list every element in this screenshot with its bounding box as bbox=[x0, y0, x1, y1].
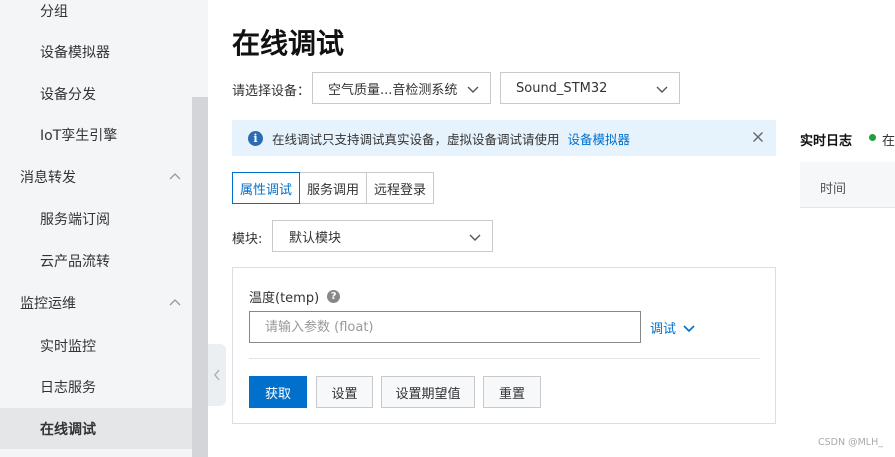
sidebar-item-label: 分组 bbox=[40, 3, 68, 20]
sidebar-collapse-handle[interactable] bbox=[208, 344, 226, 406]
module-select[interactable]: 默认模块 bbox=[272, 220, 493, 252]
sidebar-group-label: 消息转发 bbox=[20, 169, 76, 186]
chevron-up-icon bbox=[169, 172, 181, 179]
debug-dropdown[interactable]: 调试 bbox=[650, 318, 696, 337]
property-value-input[interactable] bbox=[249, 311, 641, 343]
sidebar-group-label: 监控运维 bbox=[20, 295, 76, 312]
watermark: CSDN @MLH_ bbox=[818, 437, 883, 448]
debug-tabs: 属性调试 服务调用 远程登录 bbox=[232, 172, 435, 204]
sidebar-item-label: 云产品流转 bbox=[40, 253, 110, 270]
chevron-down-icon bbox=[683, 324, 695, 332]
divider bbox=[249, 358, 760, 359]
chevron-down-icon bbox=[469, 234, 481, 241]
sidebar-item-device-simulator[interactable]: 设备模拟器 bbox=[0, 31, 192, 72]
sidebar-item-group[interactable]: 分组 bbox=[0, 0, 192, 31]
property-label: 温度(temp) ? bbox=[249, 287, 341, 306]
sidebar-item-device-distribution[interactable]: 设备分发 bbox=[0, 73, 192, 114]
chevron-up-icon bbox=[169, 298, 181, 305]
notice-text: 在线调试只支持调试真实设备，虚拟设备调试请使用 bbox=[272, 131, 560, 147]
info-icon: i bbox=[248, 130, 263, 146]
reset-button[interactable]: 重置 bbox=[483, 376, 541, 408]
close-icon[interactable] bbox=[752, 131, 764, 143]
chevron-down-icon bbox=[467, 86, 479, 93]
log-column-time: 时间 bbox=[820, 182, 847, 197]
realtime-log-title: 实时日志 bbox=[800, 134, 853, 149]
sidebar-item-label: 设备模拟器 bbox=[40, 44, 110, 61]
sidebar-group-message-forwarding[interactable]: 消息转发 bbox=[0, 156, 192, 197]
sidebar-item-label: IoT孪生引擎 bbox=[40, 127, 118, 144]
page-title: 在线调试 bbox=[232, 27, 345, 60]
sidebar-item-cloud-product-flow[interactable]: 云产品流转 bbox=[0, 240, 192, 281]
sidebar-item-log-service[interactable]: 日志服务 bbox=[0, 366, 192, 407]
sidebar-item-label: 日志服务 bbox=[40, 379, 96, 396]
sidebar-group-monitoring-ops[interactable]: 监控运维 bbox=[0, 282, 192, 323]
set-button[interactable]: 设置 bbox=[316, 376, 373, 408]
device-select-value: Sound_STM32 bbox=[516, 80, 608, 96]
sidebar-scrollbar-thumb[interactable] bbox=[192, 97, 208, 457]
online-status-dot bbox=[869, 134, 876, 141]
help-icon[interactable]: ? bbox=[327, 290, 341, 303]
device-select-label: 请选择设备： bbox=[232, 84, 311, 99]
log-table-header bbox=[800, 162, 895, 208]
sidebar-item-online-debug[interactable]: 在线调试 bbox=[0, 408, 192, 449]
device-select[interactable]: Sound_STM32 bbox=[500, 72, 680, 104]
sidebar: 分组 设备模拟器 设备分发 IoT孪生引擎 消息转发 服务端订阅 云产品流转 监… bbox=[0, 0, 192, 457]
get-button[interactable]: 获取 bbox=[249, 376, 307, 408]
tab-remote-login[interactable]: 远程登录 bbox=[366, 172, 435, 204]
set-expected-value-button[interactable]: 设置期望值 bbox=[381, 376, 475, 408]
sidebar-item-iot-twin-engine[interactable]: IoT孪生引擎 bbox=[0, 114, 192, 155]
debug-dropdown-label: 调试 bbox=[650, 322, 677, 337]
info-notice: i 在线调试只支持调试真实设备，虚拟设备调试请使用 设备模拟器 bbox=[232, 120, 776, 156]
sidebar-item-label: 在线调试 bbox=[40, 421, 96, 438]
sidebar-item-server-subscription[interactable]: 服务端订阅 bbox=[0, 198, 192, 239]
product-select[interactable]: 空气质量...音检测系统 bbox=[312, 72, 491, 104]
sidebar-item-label: 实时监控 bbox=[40, 338, 96, 355]
module-select-value: 默认模块 bbox=[289, 230, 342, 246]
tab-property-debug[interactable]: 属性调试 bbox=[232, 172, 301, 204]
sidebar-item-label: 服务端订阅 bbox=[40, 211, 110, 228]
module-label: 模块: bbox=[232, 232, 263, 247]
chevron-down-icon bbox=[656, 86, 668, 93]
property-label-text: 温度(temp) bbox=[249, 291, 320, 306]
sidebar-item-realtime-monitor[interactable]: 实时监控 bbox=[0, 325, 192, 366]
sidebar-item-label: 设备分发 bbox=[40, 86, 96, 103]
device-simulator-link[interactable]: 设备模拟器 bbox=[568, 129, 631, 148]
property-panel: 温度(temp) ? 调试 获取 设置 设置期望值 重置 bbox=[232, 267, 776, 424]
product-select-value: 空气质量...音检测系统 bbox=[328, 82, 458, 98]
tab-service-call[interactable]: 服务调用 bbox=[299, 172, 368, 204]
log-status-text: 在 bbox=[882, 134, 895, 149]
chevron-left-icon bbox=[214, 369, 220, 381]
